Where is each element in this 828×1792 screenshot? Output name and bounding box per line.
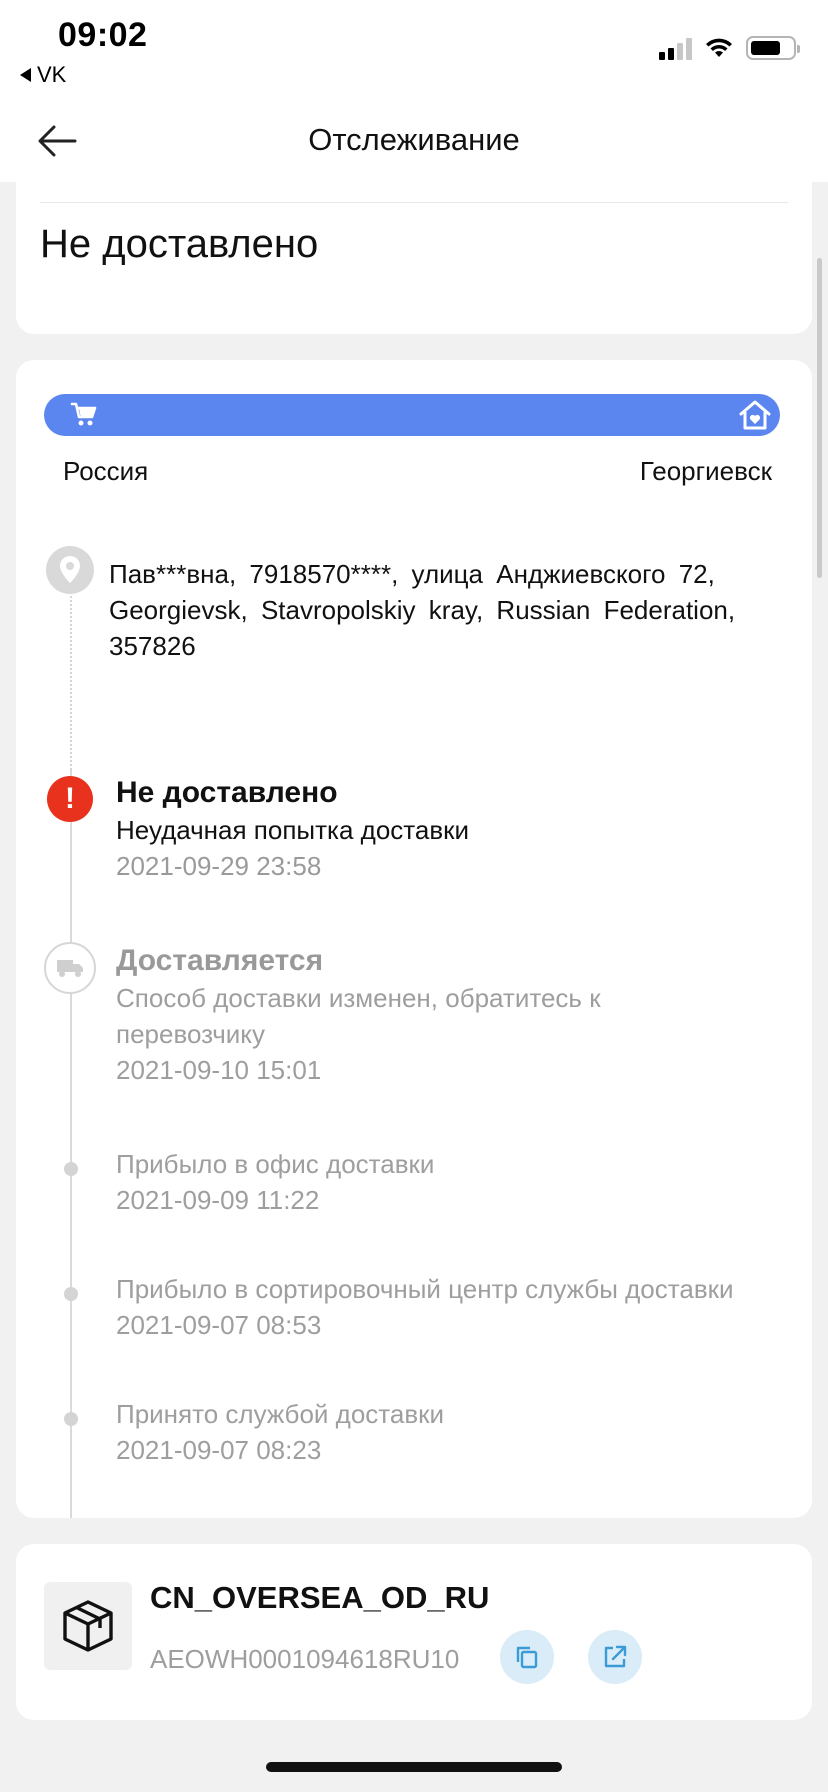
event-description: Принято службой доставки bbox=[116, 1399, 445, 1429]
event-description: Неудачная попытка доставки bbox=[116, 815, 470, 845]
back-triangle-icon bbox=[20, 68, 31, 82]
return-to-app[interactable]: VK bbox=[20, 62, 66, 88]
event-time: 2021-09-07 08:53 bbox=[116, 1310, 322, 1340]
timeline-event: Прибыло в сортировочный центр службы дос… bbox=[116, 1271, 734, 1343]
timeline-line bbox=[70, 770, 72, 1518]
timeline-event: Доставляется Способ доставки изменен, об… bbox=[116, 942, 756, 1088]
status-summary-card: Не доставлено bbox=[16, 182, 812, 334]
cellular-signal-icon bbox=[659, 36, 692, 60]
truck-icon bbox=[44, 942, 96, 994]
event-title: Не доставлено bbox=[116, 776, 338, 809]
route-destination: Георгиевск bbox=[639, 456, 772, 486]
external-link-icon bbox=[604, 1645, 627, 1668]
event-time: 2021-09-09 11:22 bbox=[116, 1185, 320, 1215]
status-time: 09:02 bbox=[58, 16, 148, 54]
route-progress-bar bbox=[44, 394, 780, 436]
tracking-timeline-card: Россия Георгиевск Пав***вна, 7918570****… bbox=[16, 360, 812, 1518]
event-time: 2021-09-07 08:23 bbox=[116, 1435, 322, 1465]
shipment-info-card: CN_OVERSEA_OD_RU AEOWH0001094618RU10 bbox=[16, 1544, 812, 1720]
package-icon bbox=[44, 1582, 132, 1670]
delivery-address: Пав***вна, 7918570****, улица Анджиевско… bbox=[109, 559, 736, 661]
return-app-label: VK bbox=[37, 62, 67, 87]
divider bbox=[40, 202, 788, 203]
wifi-icon bbox=[706, 38, 732, 57]
copy-icon bbox=[516, 1646, 538, 1669]
event-description: Способ доставки изменен, обратитесь к пе… bbox=[116, 983, 601, 1049]
delivery-status: Не доставлено bbox=[40, 222, 319, 266]
timeline-dot bbox=[64, 1412, 78, 1426]
home-icon bbox=[739, 400, 771, 430]
tracking-number: AEOWH0001094618RU10 bbox=[150, 1644, 460, 1674]
event-description: Прибыло в офис доставки bbox=[116, 1149, 435, 1179]
copy-tracking-button[interactable] bbox=[500, 1630, 554, 1684]
timeline-dotted-line bbox=[70, 580, 72, 770]
status-icons bbox=[659, 36, 800, 60]
event-description: Прибыло в сортировочный центр службы дос… bbox=[116, 1274, 734, 1304]
event-time: 2021-09-10 15:01 bbox=[116, 1055, 322, 1085]
home-indicator[interactable] bbox=[266, 1762, 562, 1772]
event-time: 2021-09-29 23:58 bbox=[116, 851, 322, 881]
cart-icon bbox=[70, 402, 97, 426]
status-bar: 09:02 VK bbox=[0, 0, 828, 100]
timeline-event: Не доставлено Неудачная попытка доставки… bbox=[116, 774, 469, 884]
page-title: Отслеживание bbox=[308, 122, 520, 157]
timeline-dot bbox=[64, 1162, 78, 1176]
scrollbar[interactable] bbox=[817, 258, 822, 578]
app-header: Отслеживание bbox=[0, 100, 828, 182]
route-origin: Россия bbox=[63, 456, 149, 486]
open-carrier-site-button[interactable] bbox=[588, 1630, 642, 1684]
timeline-event: Прибыло в офис доставки 2021-09-09 11:22 bbox=[116, 1146, 434, 1218]
carrier-name: CN_OVERSEA_OD_RU bbox=[150, 1580, 490, 1615]
location-pin-icon bbox=[46, 546, 94, 594]
event-title: Доставляется bbox=[116, 944, 324, 977]
timeline-event: Принято службой доставки 2021-09-07 08:2… bbox=[116, 1396, 444, 1468]
alert-icon: ! bbox=[47, 776, 93, 822]
battery-icon bbox=[746, 36, 800, 60]
timeline-dot bbox=[64, 1287, 78, 1301]
